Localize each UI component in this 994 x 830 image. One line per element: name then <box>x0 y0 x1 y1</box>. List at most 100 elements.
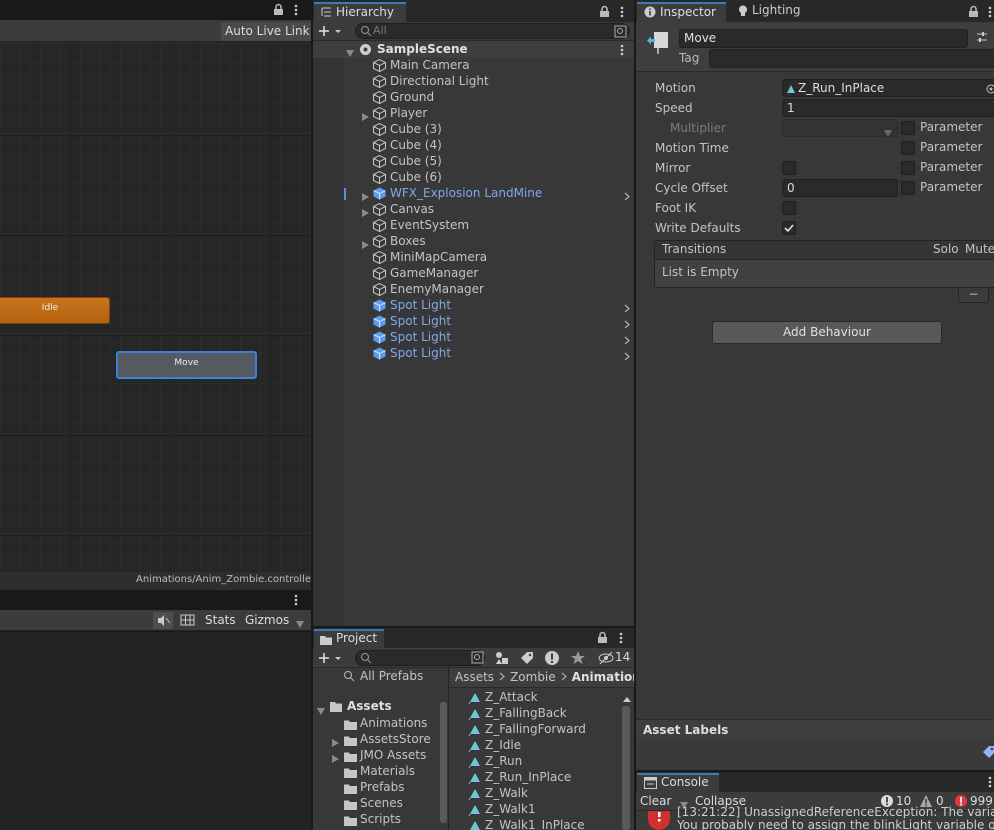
lock-icon[interactable] <box>597 631 609 644</box>
all-prefabs-item[interactable]: All Prefabs <box>360 669 423 683</box>
open-prefab-arrow-icon[interactable] <box>624 350 630 361</box>
project-folder-item[interactable]: Animations <box>313 716 439 732</box>
project-file-item[interactable]: Z_Run_InPlace <box>453 770 618 786</box>
filter-by-label-icon[interactable] <box>519 650 535 666</box>
hierarchy-item[interactable]: Cube (6) <box>313 170 634 186</box>
cycle-offset-field[interactable]: 0 <box>782 179 898 197</box>
more-options-icon[interactable] <box>618 631 624 645</box>
project-search-input[interactable] <box>355 650 485 666</box>
scene-view[interactable] <box>0 632 311 830</box>
open-prefab-arrow-icon[interactable] <box>624 190 630 201</box>
panel-divider[interactable] <box>311 0 313 830</box>
hierarchy-item[interactable]: Player <box>313 106 634 122</box>
tab-console[interactable]: Console <box>637 773 719 792</box>
speed-field[interactable]: 1 <box>782 99 994 117</box>
parameter-checkbox[interactable] <box>901 181 915 195</box>
more-options-icon[interactable] <box>293 593 299 607</box>
file-scrollbar[interactable] <box>622 706 630 830</box>
hierarchy-item[interactable]: Canvas <box>313 202 634 218</box>
state-name-field[interactable]: Move <box>679 29 968 48</box>
hierarchy-item[interactable]: EventSystem <box>313 218 634 234</box>
more-options-icon[interactable] <box>619 5 625 19</box>
add-icon[interactable] <box>318 24 344 38</box>
add-icon[interactable] <box>318 651 344 665</box>
grid-icon[interactable] <box>178 612 198 629</box>
scene-row[interactable]: SampleScene <box>313 41 634 58</box>
hierarchy-item[interactable]: Spot Light <box>313 298 634 314</box>
tab-hierarchy[interactable]: Hierarchy <box>314 2 406 22</box>
label-tag-icon[interactable] <box>982 745 994 759</box>
scroll-up-icon[interactable] <box>623 693 631 702</box>
tab-lighting[interactable]: Lighting <box>728 2 806 22</box>
lock-icon[interactable] <box>273 3 285 16</box>
lock-icon[interactable] <box>599 5 611 18</box>
open-prefab-arrow-icon[interactable] <box>624 334 630 345</box>
add-behaviour-button[interactable]: Add Behaviour <box>712 321 942 344</box>
project-file-item[interactable]: Z_Idle <box>453 738 618 754</box>
state-node-move[interactable]: Move <box>116 351 257 379</box>
write-defaults-checkbox[interactable] <box>782 221 796 235</box>
folder-scrollbar[interactable] <box>440 702 447 823</box>
project-file-item[interactable]: Z_FallingBack <box>453 706 618 722</box>
foot-ik-checkbox[interactable] <box>782 201 796 215</box>
hierarchy-search-input[interactable]: All <box>355 23 630 39</box>
project-folder-item[interactable]: Prefabs <box>313 780 439 796</box>
open-prefab-arrow-icon[interactable] <box>624 318 630 329</box>
assets-root[interactable]: Assets <box>347 699 392 713</box>
hierarchy-item[interactable]: Cube (5) <box>313 154 634 170</box>
open-prefab-arrow-icon[interactable] <box>624 302 630 313</box>
auto-live-link-button[interactable]: Auto Live Link <box>221 22 311 41</box>
hierarchy-item[interactable]: Spot Light <box>313 314 634 330</box>
mirror-checkbox[interactable] <box>782 161 796 175</box>
project-folder-item[interactable]: Scenes <box>313 796 439 812</box>
more-options-icon[interactable] <box>619 43 625 57</box>
parameter-checkbox[interactable] <box>901 121 915 135</box>
hierarchy-item[interactable]: Cube (4) <box>313 138 634 154</box>
breadcrumb-item[interactable]: Animations <box>572 670 634 684</box>
hidden-packages-icon[interactable] <box>598 651 614 665</box>
breadcrumb-item[interactable]: Zombie <box>510 670 556 684</box>
more-options-icon[interactable] <box>987 775 993 789</box>
search-by-type-icon[interactable] <box>614 25 627 38</box>
parameter-checkbox[interactable] <box>901 161 915 175</box>
breadcrumb-item[interactable]: Assets <box>455 670 494 684</box>
project-file-item[interactable]: Z_FallingForward <box>453 722 618 738</box>
project-folder-item[interactable]: Scripts <box>313 812 439 828</box>
gizmos-dropdown-icon[interactable] <box>296 617 304 631</box>
project-file-item[interactable]: Z_Run <box>453 754 618 770</box>
project-file-item[interactable]: Z_Walk1_InPlace <box>453 818 618 830</box>
hierarchy-item[interactable]: Spot Light <box>313 330 634 346</box>
project-file-item[interactable]: Z_Walk <box>453 786 618 802</box>
more-options-icon[interactable] <box>987 5 993 19</box>
tag-field[interactable] <box>709 49 994 68</box>
hierarchy-item[interactable]: GameManager <box>313 266 634 282</box>
hierarchy-item[interactable]: Ground <box>313 90 634 106</box>
hierarchy-item[interactable]: WFX_Explosion LandMine <box>313 186 634 202</box>
tab-inspector[interactable]: Inspector <box>637 2 726 22</box>
state-node-idle[interactable]: Idle <box>0 297 110 324</box>
parameter-checkbox[interactable] <box>901 141 915 155</box>
hierarchy-item[interactable]: Cube (3) <box>313 122 634 138</box>
more-options-icon[interactable] <box>293 3 299 17</box>
hierarchy-item[interactable]: Main Camera <box>313 58 634 74</box>
preset-icon[interactable] <box>975 30 989 44</box>
clear-button[interactable]: Clear <box>640 794 671 808</box>
hierarchy-item[interactable]: Directional Light <box>313 74 634 90</box>
hierarchy-item[interactable]: MiniMapCamera <box>313 250 634 266</box>
search-by-type-icon[interactable] <box>471 651 484 664</box>
project-file-item[interactable]: Z_Attack <box>453 690 618 706</box>
hierarchy-item[interactable]: EnemyManager <box>313 282 634 298</box>
project-folder-item[interactable]: Materials <box>313 764 439 780</box>
gizmos-button[interactable]: Gizmos <box>245 613 289 627</box>
hierarchy-item[interactable]: Boxes <box>313 234 634 250</box>
lock-icon[interactable] <box>968 5 980 18</box>
project-file-item[interactable]: Z_Walk1 <box>453 802 618 818</box>
audio-mute-icon[interactable] <box>153 612 173 629</box>
project-folder-item[interactable]: AssetsStore <box>313 732 439 748</box>
object-picker-icon[interactable] <box>986 83 994 94</box>
stats-button[interactable]: Stats <box>205 613 236 627</box>
log-filter-icon[interactable] <box>544 650 560 666</box>
tab-project[interactable]: Project <box>314 629 384 648</box>
filter-by-type-icon[interactable] <box>494 650 510 666</box>
panel-divider[interactable] <box>634 0 636 830</box>
